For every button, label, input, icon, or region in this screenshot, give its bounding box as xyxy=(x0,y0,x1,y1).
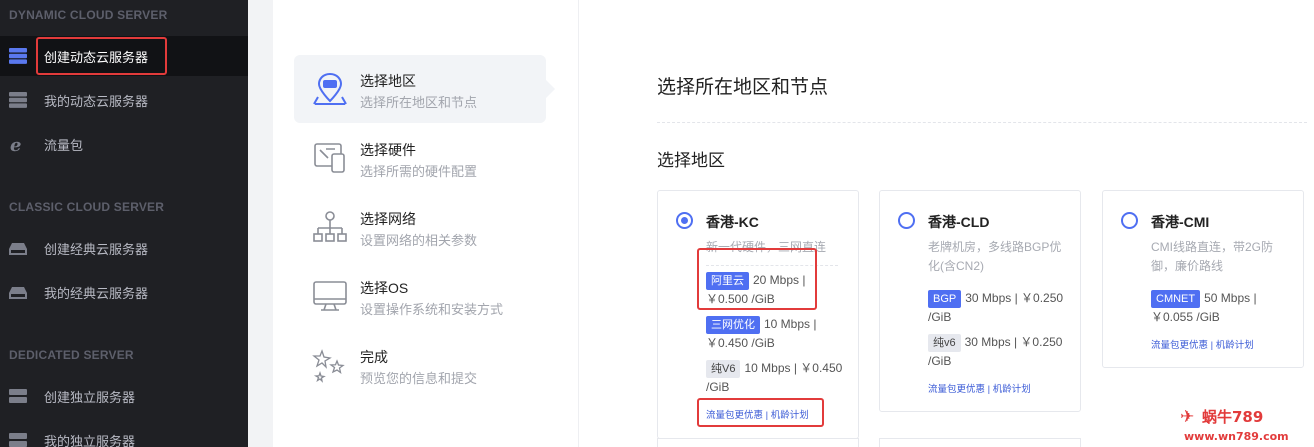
ie-icon: e xyxy=(10,136,21,152)
sidebar-item-my-dynamic[interactable]: 我的动态云服务器 xyxy=(0,80,248,120)
price-line: CMNET 50 Mbps | ￥0.055 /GiB xyxy=(1151,289,1291,327)
sidebar-item-label: 流量包 xyxy=(44,137,84,153)
price-a: 50 Mbps | xyxy=(1204,291,1257,305)
watermark-text: 蜗牛789 xyxy=(1202,408,1263,426)
region-card-next[interactable] xyxy=(879,438,1081,447)
highlight-box xyxy=(697,398,824,427)
price-line: 纯V6 10 Mbps | ￥0.450/GiB xyxy=(706,359,846,397)
sidebar-item-label: 我的动态云服务器 xyxy=(44,93,149,109)
server-rack-icon xyxy=(9,433,27,447)
step-done[interactable]: 完成 预览您的信息和提交 xyxy=(294,331,546,399)
region-card-next[interactable] xyxy=(657,438,859,447)
sidebar-item-create-classic[interactable]: 创建经典云服务器 xyxy=(0,228,248,268)
network-icon xyxy=(313,211,347,242)
svg-text:✈: ✈ xyxy=(1180,407,1194,427)
step-subtitle: 预览您的信息和提交 xyxy=(360,371,478,386)
price-a: 30 Mbps | ￥0.250 xyxy=(964,335,1063,349)
svg-text:e: e xyxy=(10,136,21,152)
price-a: 10 Mbps | ￥0.450 xyxy=(744,361,843,375)
highlight-box xyxy=(697,248,817,310)
line-tag: 纯V6 xyxy=(706,360,741,378)
sidebar-item-label: 我的独立服务器 xyxy=(44,433,136,447)
promo-links[interactable]: 流量包更优惠 | 机龄计划 xyxy=(928,381,1031,395)
sidebar-item-my-classic[interactable]: 我的经典云服务器 xyxy=(0,272,248,312)
step-title: 完成 xyxy=(360,349,388,365)
price-b: /GiB xyxy=(706,380,730,394)
price-line: 三网优化 10 Mbps | ￥0.450 /GiB xyxy=(706,315,846,353)
sidebar-item-label: 我的经典云服务器 xyxy=(44,285,149,301)
divider xyxy=(578,0,579,447)
watermark-url: www.wn789.com xyxy=(1184,430,1289,443)
price-a: 30 Mbps | ￥0.250 xyxy=(965,291,1064,305)
price-a: 10 Mbps | xyxy=(764,317,817,331)
region-name: 香港-CMI xyxy=(1151,214,1210,230)
sidebar-item-create-dedicated[interactable]: 创建独立服务器 xyxy=(0,376,248,416)
step-hardware[interactable]: 选择硬件 选择所需的硬件配置 xyxy=(294,124,546,192)
server-icon xyxy=(9,48,27,64)
price-b: /GiB xyxy=(928,310,952,324)
region-name: 香港-KC xyxy=(706,214,759,230)
region-card-cld[interactable]: 香港-CLD 老牌机房，多线路BGP优化(含CN2) BGP 30 Mbps | … xyxy=(879,190,1081,412)
sidebar-item-my-dedicated[interactable]: 我的独立服务器 xyxy=(0,420,248,447)
price-b: /GiB xyxy=(928,354,952,368)
step-title: 选择硬件 xyxy=(360,142,416,158)
region-card-cmi[interactable]: 香港-CMI CMI线路直连，带2G防御，廉价路线 CMNET 50 Mbps |… xyxy=(1102,190,1304,368)
monitor-icon xyxy=(313,281,347,311)
step-os[interactable]: 选择OS 设置操作系统和安装方式 xyxy=(294,262,546,330)
region-desc: 老牌机房，多线路BGP优化(含CN2) xyxy=(928,240,1062,273)
sidebar-item-label: 创建经典云服务器 xyxy=(44,241,149,257)
price-b: ￥0.055 /GiB xyxy=(1151,310,1220,324)
step-arrow xyxy=(546,80,555,98)
price-line: BGP 30 Mbps | ￥0.250/GiB xyxy=(928,289,1068,327)
watermark-logo: ✈ 蜗牛789 www.wn789.com xyxy=(1180,407,1289,443)
promo-links[interactable]: 流量包更优惠 | 机龄计划 xyxy=(1151,337,1254,351)
section-title-dedicated: DEDICATED SERVER xyxy=(9,348,134,362)
step-region[interactable]: 选择地区 选择所在地区和节点 xyxy=(294,55,546,123)
step-title: 选择OS xyxy=(360,280,409,296)
hardware-icon xyxy=(314,143,345,173)
hdd-icon xyxy=(9,243,27,255)
region-desc: CMI线路直连，带2G防御，廉价路线 xyxy=(1151,240,1274,273)
server-icon xyxy=(9,92,27,108)
region-name: 香港-CLD xyxy=(928,214,990,230)
line-tag: CMNET xyxy=(1151,290,1201,308)
radio-unselected[interactable] xyxy=(898,212,915,229)
radio-selected[interactable] xyxy=(676,212,693,229)
price-b: ￥0.450 /GiB xyxy=(706,336,775,350)
highlight-box xyxy=(36,37,167,75)
section-title: 选择地区 xyxy=(657,151,725,170)
section-title-dynamic: DYNAMIC CLOUD SERVER xyxy=(9,8,168,22)
step-subtitle: 选择所在地区和节点 xyxy=(360,95,478,110)
fireworks-icon xyxy=(312,349,345,383)
step-subtitle: 设置操作系统和安装方式 xyxy=(360,302,504,317)
section-title-classic: CLASSIC CLOUD SERVER xyxy=(9,200,165,214)
step-title: 选择地区 xyxy=(360,73,416,89)
step-subtitle: 设置网络的相关参数 xyxy=(360,233,478,248)
step-network[interactable]: 选择网络 设置网络的相关参数 xyxy=(294,193,546,261)
page-title: 选择所在地区和节点 xyxy=(657,77,829,98)
price-line: 纯v6 30 Mbps | ￥0.250/GiB xyxy=(928,333,1068,371)
step-subtitle: 选择所需的硬件配置 xyxy=(360,164,478,179)
hdd-icon xyxy=(9,287,27,299)
map-pin-icon xyxy=(313,72,347,105)
divider xyxy=(657,122,1307,123)
line-tag: 纯v6 xyxy=(928,334,961,352)
line-tag: BGP xyxy=(928,290,962,308)
server-rack-icon xyxy=(9,389,27,403)
step-title: 选择网络 xyxy=(360,211,416,227)
sidebar-item-label: 创建独立服务器 xyxy=(44,389,136,405)
line-tag: 三网优化 xyxy=(706,316,760,334)
radio-unselected[interactable] xyxy=(1121,212,1138,229)
sidebar-item-traffic[interactable]: e 流量包 xyxy=(0,124,248,164)
